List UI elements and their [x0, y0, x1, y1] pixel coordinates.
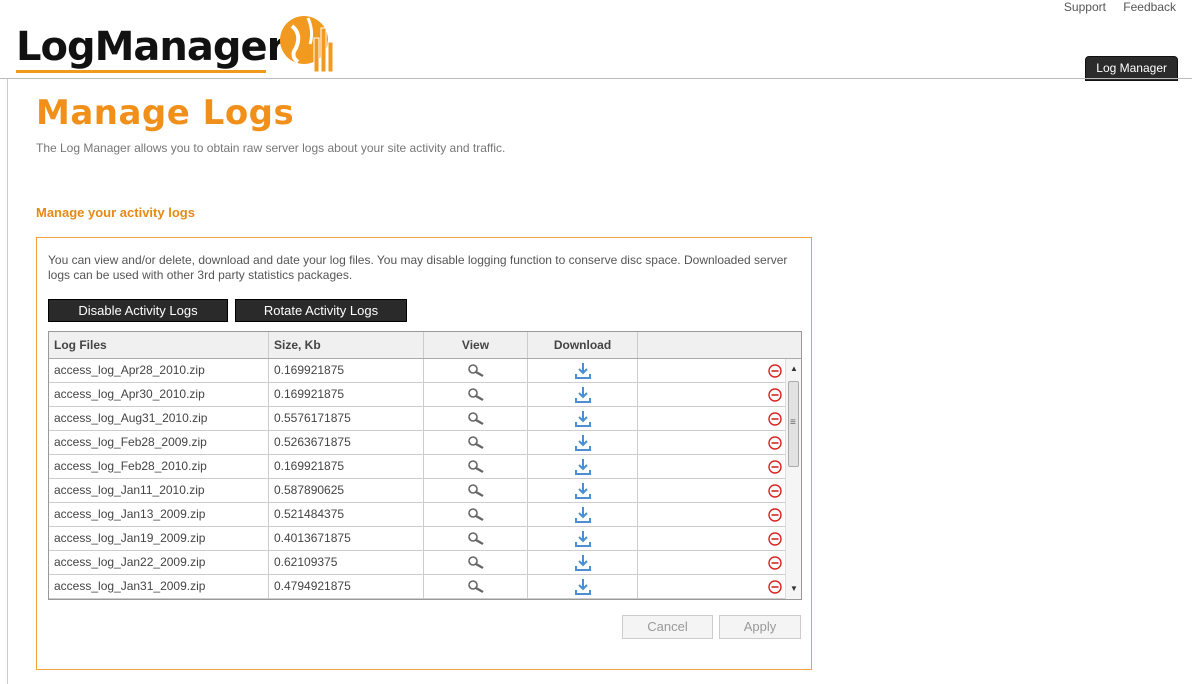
download-icon[interactable]: [528, 551, 638, 574]
log-file-size: 0.5576171875: [269, 407, 424, 430]
log-file-name: access_log_Apr28_2010.zip: [49, 359, 269, 382]
download-icon[interactable]: [528, 455, 638, 478]
logo-underline: [16, 70, 266, 73]
column-header-view[interactable]: View: [424, 332, 528, 358]
log-file-size: 0.62109375: [269, 551, 424, 574]
log-file-name: access_log_Jan13_2009.zip: [49, 503, 269, 526]
log-file-name: access_log_Apr30_2010.zip: [49, 383, 269, 406]
log-file-size: 0.169921875: [269, 455, 424, 478]
view-icon[interactable]: [424, 503, 528, 526]
section-title: Manage your activity logs: [36, 205, 195, 220]
view-icon[interactable]: [424, 359, 528, 382]
table-rows: access_log_Apr28_2010.zip 0.169921875 acce…: [49, 359, 801, 599]
delete-icon[interactable]: [638, 479, 786, 502]
view-icon[interactable]: [424, 527, 528, 550]
table-row: access_log_Jan31_2009.zip 0.4794921875: [49, 575, 801, 599]
log-file-size: 0.4013671875: [269, 527, 424, 550]
delete-icon[interactable]: [638, 431, 786, 454]
download-icon[interactable]: [528, 575, 638, 598]
delete-icon[interactable]: [638, 503, 786, 526]
download-icon[interactable]: [528, 503, 638, 526]
view-icon[interactable]: [424, 383, 528, 406]
logo-text: LogManager: [16, 24, 286, 70]
feedback-link[interactable]: Feedback: [1123, 0, 1176, 14]
table-scrollbar[interactable]: ▲ ▼: [785, 359, 801, 599]
logo[interactable]: LogManager: [16, 4, 346, 74]
column-header-download[interactable]: Download: [528, 332, 638, 358]
column-header-actions: [638, 332, 786, 358]
log-file-size: 0.521484375: [269, 503, 424, 526]
log-file-size: 0.169921875: [269, 383, 424, 406]
log-file-size: 0.169921875: [269, 359, 424, 382]
view-icon[interactable]: [424, 479, 528, 502]
table-row: access_log_Aug31_2010.zip 0.5576171875: [49, 407, 801, 431]
log-file-name: access_log_Aug31_2010.zip: [49, 407, 269, 430]
log-file-name: access_log_Jan22_2009.zip: [49, 551, 269, 574]
delete-icon[interactable]: [638, 383, 786, 406]
disable-activity-logs-button[interactable]: Disable Activity Logs: [48, 299, 228, 322]
view-icon[interactable]: [424, 551, 528, 574]
globe-chart-icon: [280, 16, 334, 73]
view-icon[interactable]: [424, 455, 528, 478]
delete-icon[interactable]: [638, 551, 786, 574]
column-header-size[interactable]: Size, Kb: [269, 332, 424, 358]
scroll-up-icon[interactable]: ▲: [786, 361, 801, 377]
log-file-name: access_log_Jan11_2010.zip: [49, 479, 269, 502]
table-row: access_log_Feb28_2010.zip 0.169921875: [49, 455, 801, 479]
log-files-table: Log Files Size, Kb View Download access_…: [48, 331, 802, 600]
download-icon[interactable]: [528, 527, 638, 550]
support-link[interactable]: Support: [1064, 0, 1106, 14]
rotate-activity-logs-button[interactable]: Rotate Activity Logs: [235, 299, 407, 322]
left-divider: [7, 79, 8, 684]
download-icon[interactable]: [528, 407, 638, 430]
scroll-down-icon[interactable]: ▼: [786, 581, 801, 597]
table-body: access_log_Apr28_2010.zip 0.169921875 acce…: [49, 359, 801, 599]
delete-icon[interactable]: [638, 575, 786, 598]
column-header-log-files[interactable]: Log Files: [49, 332, 269, 358]
view-icon[interactable]: [424, 407, 528, 430]
log-file-name: access_log_Feb28_2009.zip: [49, 431, 269, 454]
table-row: access_log_Jan11_2010.zip 0.587890625: [49, 479, 801, 503]
log-file-name: access_log_Feb28_2010.zip: [49, 455, 269, 478]
log-file-name: access_log_Jan31_2009.zip: [49, 575, 269, 598]
log-file-size: 0.5263671875: [269, 431, 424, 454]
delete-icon[interactable]: [638, 359, 786, 382]
log-file-name: access_log_Jan19_2009.zip: [49, 527, 269, 550]
cancel-button[interactable]: Cancel: [622, 615, 713, 639]
table-row: access_log_Apr28_2010.zip 0.169921875: [49, 359, 801, 383]
table-header: Log Files Size, Kb View Download: [49, 332, 801, 359]
download-icon[interactable]: [528, 383, 638, 406]
delete-icon[interactable]: [638, 407, 786, 430]
page-title: Manage Logs: [36, 93, 295, 133]
delete-icon[interactable]: [638, 455, 786, 478]
header-divider: [0, 78, 1192, 79]
download-icon[interactable]: [528, 359, 638, 382]
log-file-size: 0.587890625: [269, 479, 424, 502]
delete-icon[interactable]: [638, 527, 786, 550]
download-icon[interactable]: [528, 431, 638, 454]
scroll-thumb[interactable]: [788, 381, 799, 467]
page-description: The Log Manager allows you to obtain raw…: [36, 141, 506, 155]
panel-description: You can view and/or delete, download and…: [48, 253, 788, 282]
table-row: access_log_Jan22_2009.zip 0.62109375: [49, 551, 801, 575]
top-links: Support Feedback: [1050, 0, 1176, 14]
table-row: access_log_Jan13_2009.zip 0.521484375: [49, 503, 801, 527]
log-file-size: 0.4794921875: [269, 575, 424, 598]
activity-logs-panel: You can view and/or delete, download and…: [36, 237, 812, 670]
table-row: access_log_Feb28_2009.zip 0.5263671875: [49, 431, 801, 455]
view-icon[interactable]: [424, 431, 528, 454]
view-icon[interactable]: [424, 575, 528, 598]
table-row: access_log_Jan19_2009.zip 0.4013671875: [49, 527, 801, 551]
apply-button[interactable]: Apply: [719, 615, 801, 639]
download-icon[interactable]: [528, 479, 638, 502]
table-row: access_log_Apr30_2010.zip 0.169921875: [49, 383, 801, 407]
